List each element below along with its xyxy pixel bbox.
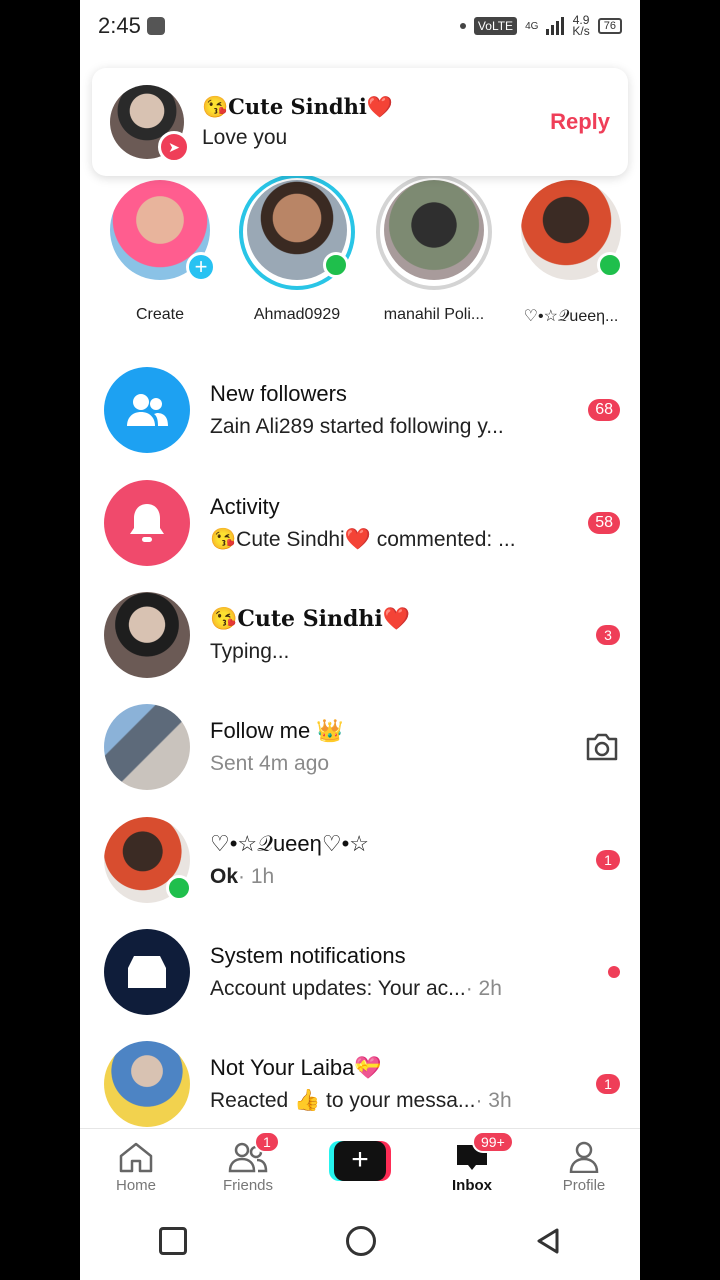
data-speed: 4.9 K/s <box>572 14 590 38</box>
status-icons: VoLTE 4G 4.9 K/s 76 <box>459 14 622 38</box>
story-ring <box>376 174 492 290</box>
row-title: Follow me 👑 <box>210 718 344 743</box>
friends-count-badge: 1 <box>254 1131 280 1153</box>
notification-message: Love you <box>202 126 288 149</box>
followers-icon <box>104 367 190 453</box>
story-label: ♡•☆𝒬ueeη... <box>523 308 619 325</box>
stories-row: + Create Ahmad0929 manahil Poli... ♡•☆𝒬u… <box>80 174 640 336</box>
row-title: ♡•☆𝒬ueeη♡•☆ <box>210 831 370 856</box>
story-avatar <box>521 180 623 280</box>
tab-label: Inbox <box>452 1177 492 1194</box>
home-icon <box>119 1142 153 1173</box>
story-label: Create <box>135 306 185 323</box>
row-subtitle: Sent 4m ago <box>210 752 330 775</box>
message-notification-banner[interactable]: ➤ 😘Cute Sindhi❤️ Love you Reply <box>92 68 628 176</box>
unread-badge: 1 <box>596 1074 620 1094</box>
plus-icon: + <box>334 1141 386 1181</box>
phone-screen: 2:45 VoLTE 4G 4.9 K/s 76 ➤ 😘Cute Sindhi❤… <box>80 0 640 1280</box>
create-icon: + <box>329 1141 391 1181</box>
system-icon <box>104 929 190 1015</box>
unread-badge: 3 <box>596 625 620 645</box>
contact-avatar <box>104 592 190 678</box>
notification-dot-icon <box>459 23 466 29</box>
story-create[interactable]: + Create <box>95 176 225 324</box>
story-avatar <box>239 174 355 290</box>
people-icon <box>127 394 168 426</box>
recents-button-icon[interactable] <box>159 1227 188 1255</box>
story-item[interactable]: ♡•☆𝒬ueeη... <box>506 176 636 326</box>
online-indicator <box>323 252 349 278</box>
tab-friends[interactable]: 1 Friends <box>192 1129 304 1203</box>
inbox-row-activity[interactable]: Activity 😘Cute Sindhi❤️ commented: ... 5… <box>104 478 620 568</box>
home-button-icon[interactable] <box>345 1226 376 1256</box>
story-label: Ahmad0929 <box>253 306 341 323</box>
row-subtitle: Reacted 👍 to your messa... <box>210 1089 476 1112</box>
row-title: Activity <box>210 494 280 519</box>
bell-icon <box>130 504 164 542</box>
bottom-tab-bar: Home 1 Friends + 99+ Inbox Profile <box>80 1128 640 1203</box>
tab-label: Home <box>115 1177 156 1194</box>
tab-label: Friends <box>222 1177 274 1194</box>
inbox-count-badge: 99+ <box>472 1131 514 1153</box>
row-subtitle: 😘Cute Sindhi❤️ commented: ... <box>210 528 516 551</box>
create-avatar: + <box>110 180 216 282</box>
network-gen: 4G <box>525 20 539 32</box>
speed-unit: K/s <box>572 24 590 38</box>
contact-avatar <box>104 817 192 903</box>
row-title: New followers <box>210 381 347 406</box>
inbox-row-chat[interactable]: 😘Cute Sindhi❤️ Typing... 3 <box>104 590 620 680</box>
volte-label: VoLTE <box>473 17 518 35</box>
time-text: 2:45 <box>98 13 141 38</box>
back-button-icon[interactable] <box>535 1227 561 1255</box>
row-time: · 1h <box>238 865 275 888</box>
unread-badge: 58 <box>588 512 620 534</box>
system-nav-bar <box>80 1202 640 1280</box>
row-subtitle: Ok <box>210 865 239 888</box>
contact-avatar <box>104 704 190 790</box>
inbox-row-new-followers[interactable]: New followers Zain Ali289 started follow… <box>104 365 620 455</box>
unread-dot <box>608 966 620 978</box>
send-icon: ➤ <box>158 131 190 163</box>
inbox-row-chat[interactable]: Follow me 👑 Sent 4m ago <box>104 702 620 792</box>
sender-name: 😘Cute Sindhi❤️ <box>202 94 393 119</box>
story-label: manahil Poli... <box>383 306 485 323</box>
row-subtitle: Account updates: Your ac... <box>210 977 466 1000</box>
tab-label: Profile <box>562 1177 606 1194</box>
tab-inbox[interactable]: 99+ Inbox <box>416 1129 528 1203</box>
online-indicator <box>166 875 192 901</box>
add-story-icon[interactable]: + <box>186 252 216 282</box>
camera-icon[interactable] <box>584 732 620 762</box>
create-button[interactable]: + <box>304 1129 416 1203</box>
profile-icon <box>569 1141 599 1173</box>
row-title: Not Your Laiba💝 <box>210 1055 382 1080</box>
unread-badge: 68 <box>588 399 620 421</box>
inbox-row-system-notifications[interactable]: System notifications Account updates: Yo… <box>104 927 620 1017</box>
inbox-row-chat[interactable]: ♡•☆𝒬ueeη♡•☆ Ok · 1h 1 <box>104 815 620 905</box>
story-avatar <box>376 174 492 290</box>
row-subtitle: Typing... <box>210 640 290 663</box>
app-notification-icon <box>146 17 165 35</box>
sender-avatar: ➤ <box>110 85 190 163</box>
battery-icon: 76 <box>597 18 622 34</box>
story-item[interactable]: Ahmad0929 <box>232 174 362 324</box>
inbox-tray-icon <box>128 956 166 988</box>
tab-home[interactable]: Home <box>80 1129 192 1203</box>
online-indicator <box>597 252 623 278</box>
row-subtitle: Zain Ali289 started following y... <box>210 415 504 438</box>
row-title: System notifications <box>210 943 406 968</box>
story-item[interactable]: manahil Poli... <box>369 174 499 324</box>
tab-profile[interactable]: Profile <box>528 1129 640 1203</box>
status-bar: 2:45 VoLTE 4G 4.9 K/s 76 <box>80 0 640 52</box>
inbox-row-chat[interactable]: Not Your Laiba💝 Reacted 👍 to your messa.… <box>104 1039 620 1129</box>
signal-icon <box>546 17 565 35</box>
row-time: · 3h <box>475 1089 512 1112</box>
status-time: 2:45 <box>98 13 165 39</box>
unread-badge: 1 <box>596 850 620 870</box>
row-title: 😘Cute Sindhi❤️ <box>210 606 411 632</box>
contact-avatar <box>104 1041 190 1127</box>
activity-icon <box>104 480 190 566</box>
reply-button[interactable]: Reply <box>550 109 610 135</box>
row-time: · 2h <box>465 977 502 1000</box>
